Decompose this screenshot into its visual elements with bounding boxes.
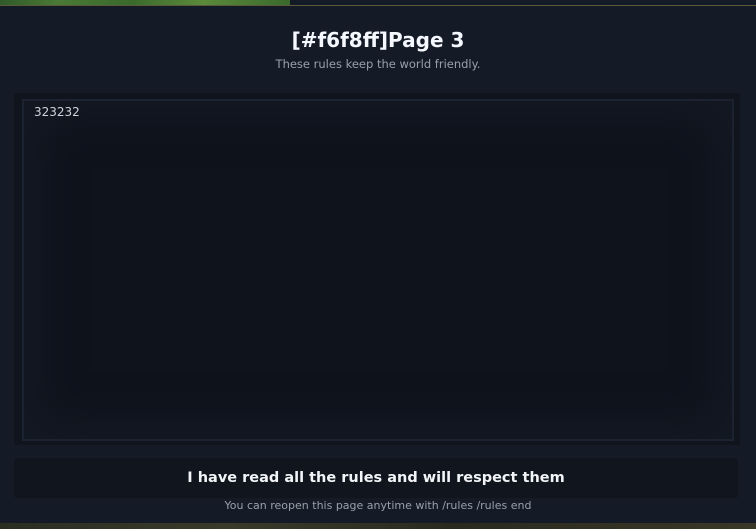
- game-world-bottom-strip: [0, 523, 756, 529]
- accept-rules-button[interactable]: I have read all the rules and will respe…: [14, 458, 738, 498]
- dialog-title: [#f6f8ff]Page 3: [291, 28, 465, 52]
- reopen-hint: You can reopen this page anytime with /r…: [224, 499, 532, 512]
- rules-content-panel[interactable]: [14, 93, 740, 445]
- dialog-subtitle: These rules keep the world friendly.: [275, 57, 481, 71]
- rules-content-scroll-area[interactable]: [22, 99, 734, 441]
- rules-content-text: 323232: [34, 105, 80, 119]
